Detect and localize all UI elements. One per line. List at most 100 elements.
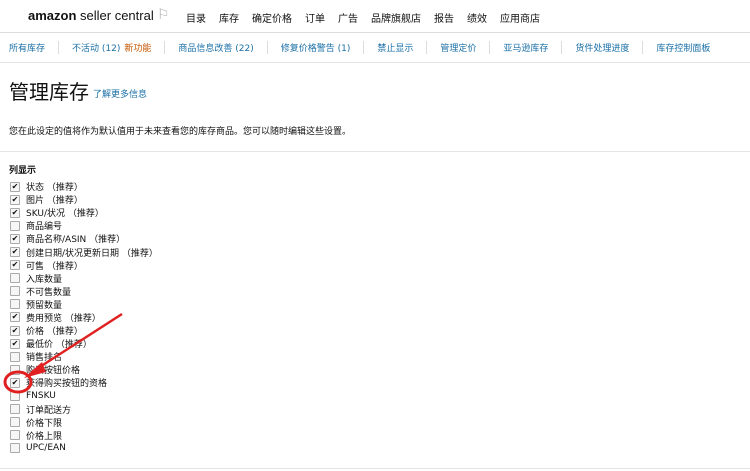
- menu-item[interactable]: 绩效: [467, 10, 487, 25]
- column-option[interactable]: ✔ 图片 （推荐）: [10, 193, 158, 206]
- subnav-label: 禁止显示: [377, 43, 414, 54]
- checkbox[interactable]: ✔: [10, 181, 20, 192]
- checkbox[interactable]: [10, 364, 20, 375]
- main-menu: 目录 库存 确定价格 订单 广告 品牌旗舰店 报告 绩效 应用商店: [186, 10, 540, 25]
- column-option[interactable]: ✔ 最低价 （推荐）: [10, 337, 158, 350]
- column-option-label: 最低价 （推荐）: [26, 340, 92, 351]
- column-option[interactable]: 入库数量: [10, 272, 158, 285]
- checkbox[interactable]: [10, 404, 20, 415]
- subnav-label: 管理定价: [440, 43, 477, 54]
- checkbox[interactable]: ✔: [10, 325, 20, 336]
- column-option[interactable]: ✔ SKU/状况 （推荐）: [10, 206, 158, 219]
- column-option[interactable]: ✔ 创建日期/状况更新日期 （推荐）: [10, 245, 158, 259]
- column-option-label: 费用预览 （推荐）: [26, 313, 101, 324]
- divider: [0, 151, 750, 152]
- column-option-label: 可售 （推荐）: [26, 261, 83, 272]
- page-title: 管理库存: [9, 80, 89, 104]
- subnav-item[interactable]: 管理定价: [427, 40, 491, 54]
- subnav-item[interactable]: 禁止显示: [364, 40, 428, 54]
- menu-item[interactable]: 订单: [305, 10, 325, 25]
- column-option[interactable]: ✔ 价格 （推荐）: [10, 324, 158, 337]
- menu-item[interactable]: 应用商店: [500, 10, 540, 25]
- column-option[interactable]: ✔ 获得购买按钮的资格: [10, 376, 158, 389]
- subnav-label: 不活动 (12): [72, 43, 121, 54]
- checkbox[interactable]: ✔: [10, 312, 20, 323]
- menu-item[interactable]: 广告: [338, 10, 358, 25]
- column-option-label: 购买按钮价格: [26, 366, 81, 377]
- divider: [0, 468, 750, 469]
- column-option-label: FNSKU: [26, 391, 56, 402]
- subnav-label: 商品信息改善 (22): [178, 43, 254, 54]
- column-option-label: 商品编号: [26, 222, 63, 233]
- checkbox[interactable]: ✔: [10, 207, 20, 218]
- column-option-label: 销售排名: [26, 353, 63, 364]
- checkbox[interactable]: ✔: [10, 260, 20, 271]
- amazon-seller-central-logo[interactable]: amazon seller central: [28, 8, 154, 23]
- subnav-item[interactable]: 修复价格警告 (1): [268, 40, 365, 54]
- column-option-label: 价格上限: [26, 431, 63, 442]
- subnav-label: 所有库存: [9, 43, 46, 54]
- subnav-item[interactable]: 货件处理进度: [562, 40, 644, 54]
- menu-item[interactable]: 报告: [434, 10, 454, 25]
- checkbox[interactable]: [10, 299, 20, 310]
- column-option-label: 创建日期/状况更新日期 （推荐）: [26, 248, 158, 259]
- checkbox[interactable]: ✔: [10, 194, 20, 205]
- column-option-label: 预留数量: [26, 300, 63, 311]
- checkbox[interactable]: [10, 391, 20, 402]
- learn-more-link[interactable]: 了解更多信息: [93, 87, 147, 100]
- checkbox[interactable]: [10, 417, 20, 428]
- checkbox[interactable]: [10, 430, 20, 441]
- inventory-subnav: 所有库存 不活动 (12) 新功能 商品信息改善 (22) 修复价格警告 (1) 禁止显示…: [0, 32, 750, 63]
- checkbox[interactable]: [10, 286, 20, 297]
- column-option-label: 入库数量: [26, 274, 63, 285]
- checkbox[interactable]: ✔: [10, 247, 20, 258]
- subnav-item[interactable]: 亚马逊库存: [490, 40, 563, 54]
- checkbox[interactable]: ✔: [10, 233, 20, 244]
- page-description: 您在此设定的值将作为默认值用于未来查看您的库存商品。您可以随时编辑这些设置。: [9, 127, 352, 137]
- column-option-label: SKU/状况 （推荐）: [26, 209, 104, 220]
- column-option-label: 订单配送方: [26, 405, 72, 416]
- column-option[interactable]: 商品编号: [10, 219, 158, 232]
- column-option-label: UPC/EAN: [26, 443, 66, 454]
- subnav-label: 库存控制面板: [656, 43, 711, 54]
- column-option[interactable]: UPC/EAN: [10, 442, 158, 455]
- column-checkbox-list: ✔ 状态 （推荐） ✔ 图片 （推荐） ✔ SKU/状况 （推荐） 商品编号 ✔ 商品名称/AS…: [10, 180, 158, 455]
- column-option[interactable]: 价格下限: [10, 416, 158, 429]
- column-option-label: 价格 （推荐）: [26, 327, 83, 338]
- top-bar: amazon seller central ⚐ 目录 库存 确定价格 订单 广告 品牌旗舰…: [0, 0, 750, 33]
- column-option[interactable]: ✔ 状态 （推荐）: [10, 180, 158, 193]
- column-option[interactable]: 不可售数量: [10, 285, 158, 298]
- checkbox[interactable]: [10, 443, 20, 454]
- column-option[interactable]: ✔ 可售 （推荐）: [10, 259, 158, 272]
- menu-item[interactable]: 品牌旗舰店: [371, 10, 421, 25]
- column-option[interactable]: FNSKU: [10, 390, 158, 403]
- column-option[interactable]: 价格上限: [10, 429, 158, 442]
- checkbox[interactable]: ✔: [10, 377, 20, 388]
- subnav-item[interactable]: 库存控制面板: [643, 41, 723, 54]
- subnav-label: 货件处理进度: [575, 43, 630, 54]
- menu-item[interactable]: 确定价格: [252, 10, 292, 25]
- column-option[interactable]: 订单配送方: [10, 403, 158, 416]
- column-option-label: 图片 （推荐）: [26, 196, 83, 207]
- subnav-label: 修复价格警告 (1): [280, 43, 351, 54]
- column-option[interactable]: ✔ 费用预览 （推荐）: [10, 311, 158, 324]
- columns-heading: 列显示: [9, 166, 37, 176]
- column-option[interactable]: 预留数量: [10, 298, 158, 311]
- subnav-item[interactable]: 不活动 (12) 新功能: [59, 40, 166, 54]
- menu-item[interactable]: 目录: [186, 10, 206, 25]
- flag-icon[interactable]: ⚐: [157, 7, 170, 23]
- subnav-label: 亚马逊库存: [503, 43, 549, 54]
- checkbox[interactable]: [10, 351, 20, 362]
- subnav-item[interactable]: 商品信息改善 (22): [165, 40, 268, 54]
- column-option-label: 商品名称/ASIN （推荐）: [26, 235, 126, 246]
- new-feature-badge: 新功能: [124, 43, 152, 54]
- column-option[interactable]: 销售排名: [10, 350, 158, 363]
- column-option[interactable]: ✔ 商品名称/ASIN （推荐）: [10, 232, 158, 245]
- column-option[interactable]: 购买按钮价格: [10, 363, 158, 376]
- subnav-item[interactable]: 所有库存: [0, 40, 60, 54]
- menu-item[interactable]: 库存: [219, 10, 239, 25]
- checkbox[interactable]: [10, 273, 20, 284]
- checkbox[interactable]: [10, 220, 20, 231]
- checkbox[interactable]: ✔: [10, 338, 20, 349]
- column-option-label: 价格下限: [26, 418, 63, 429]
